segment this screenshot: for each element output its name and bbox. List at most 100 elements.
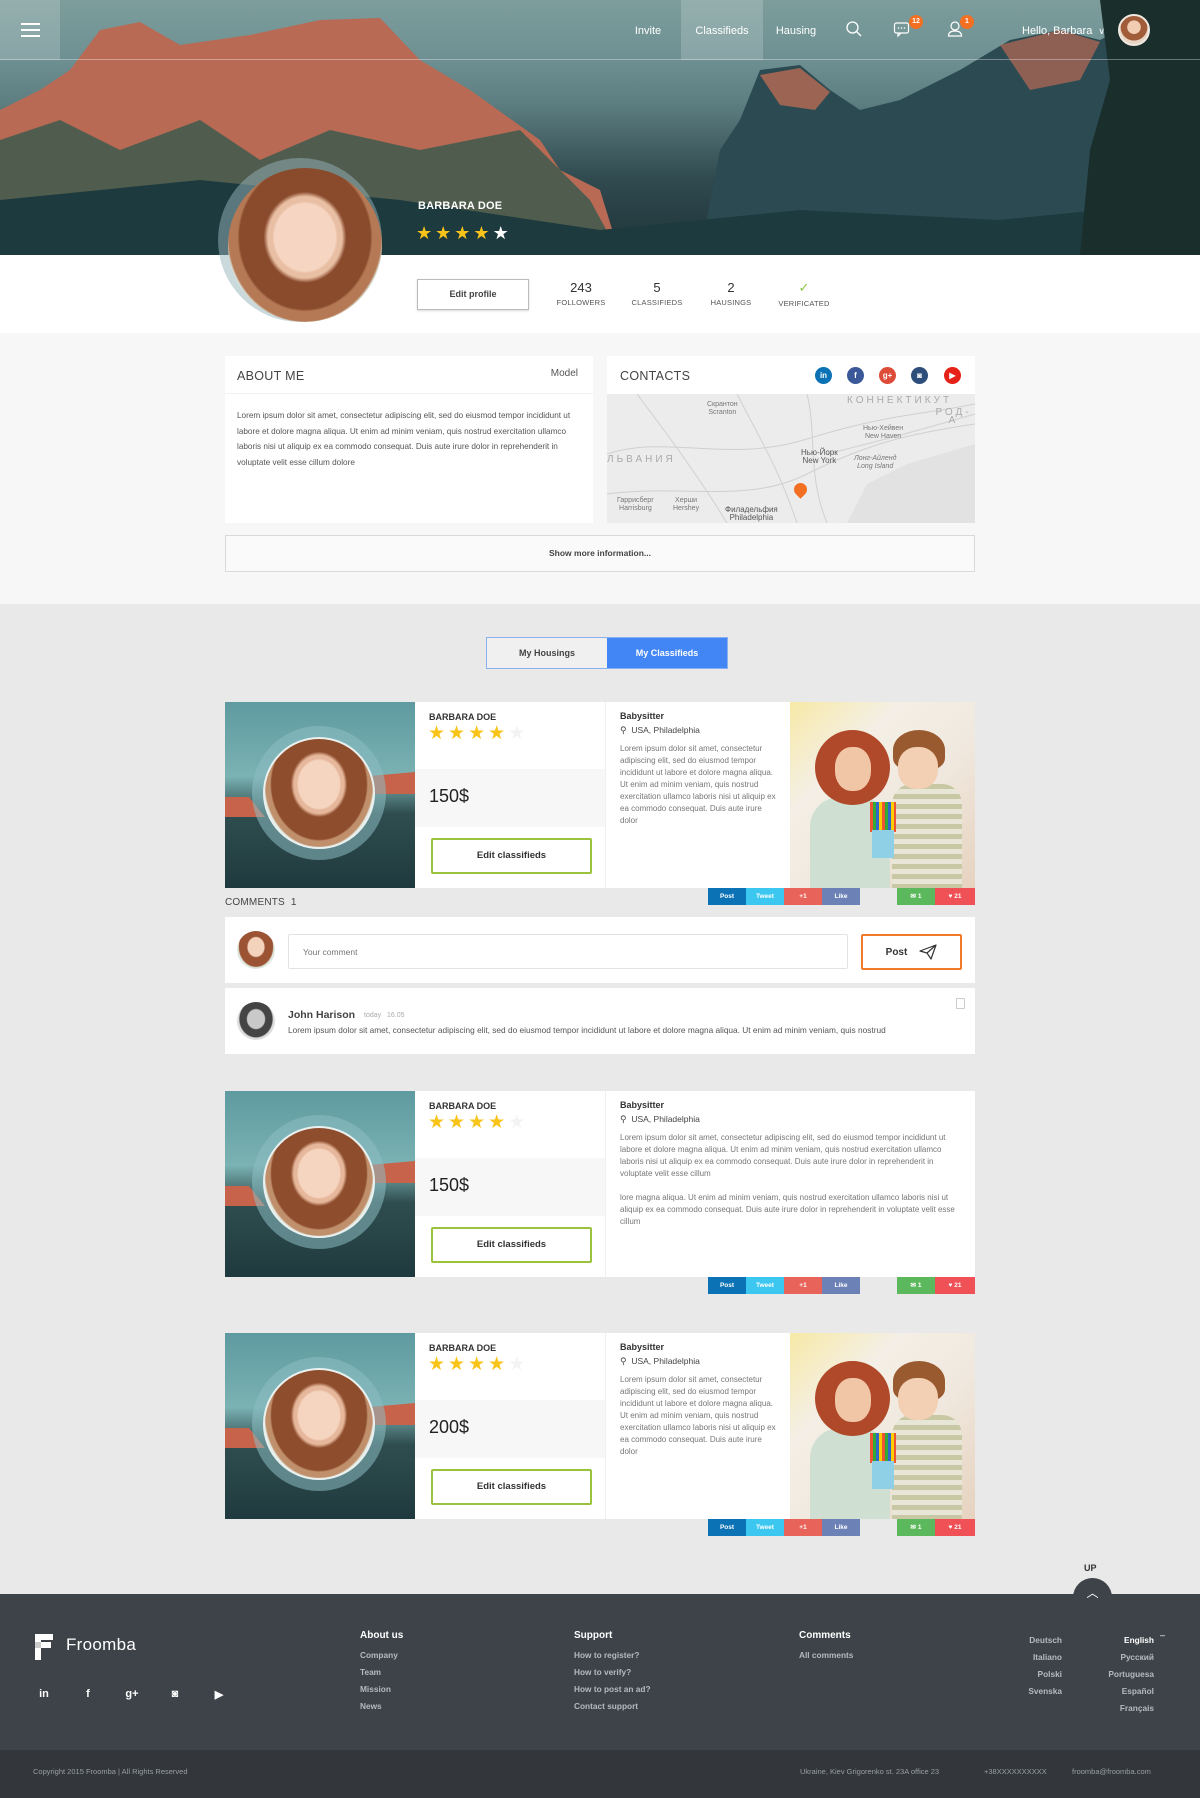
owner-photo[interactable] bbox=[225, 702, 415, 888]
likes-counter-button[interactable]: ♥ 21 bbox=[935, 1519, 975, 1536]
classified-image[interactable] bbox=[790, 1333, 975, 1519]
share-plus-one-button[interactable]: +1 bbox=[784, 888, 822, 905]
brand-name[interactable]: Froomba bbox=[66, 1635, 136, 1655]
share-like-button[interactable]: Like bbox=[822, 1277, 860, 1294]
linkedin-icon[interactable]: in bbox=[35, 1688, 53, 1700]
map-label: КОННЕКТИКУТ bbox=[847, 395, 953, 406]
comments-counter-button[interactable]: ✉ 1 bbox=[897, 1519, 935, 1536]
comment-icon: ✉ bbox=[910, 893, 916, 900]
owner-photo[interactable] bbox=[225, 1333, 415, 1519]
share-like-button[interactable]: Like bbox=[822, 1519, 860, 1536]
stat-hausings[interactable]: 2 HAUSINGS bbox=[696, 280, 766, 307]
share-post-button[interactable]: Post bbox=[708, 1519, 746, 1536]
footer-link-company[interactable]: Company bbox=[360, 1647, 403, 1664]
comments-header: COMMENTS 1 bbox=[225, 897, 297, 908]
stat-value: 243 bbox=[570, 280, 592, 295]
language-option[interactable]: Español bbox=[1070, 1683, 1154, 1700]
about-me-panel: ABOUT ME Model Lorem ipsum dolor sit ame… bbox=[225, 356, 593, 523]
tab-my-classifieds[interactable]: My Classifieds bbox=[607, 638, 727, 668]
star-empty-icon: ★ bbox=[508, 723, 526, 744]
location-map[interactable]: Скрантон Scranton КОННЕКТИКУТ РОД-А Нью-… bbox=[607, 394, 975, 523]
post-comment-button[interactable]: Post bbox=[861, 934, 962, 970]
language-option[interactable]: Svenska bbox=[980, 1683, 1062, 1700]
edit-classifieds-button[interactable]: Edit classifieds bbox=[431, 1227, 592, 1263]
footer-link-post-ad[interactable]: How to post an ad? bbox=[574, 1681, 651, 1698]
scroll-up-button[interactable]: ︿ bbox=[1073, 1578, 1112, 1610]
instagram-icon[interactable]: ◙ bbox=[911, 367, 928, 384]
share-plus-one-button[interactable]: +1 bbox=[784, 1519, 822, 1536]
comment-input[interactable] bbox=[288, 934, 848, 969]
edit-profile-button[interactable]: Edit profile bbox=[417, 279, 529, 310]
stat-classifieds[interactable]: 5 CLASSIFIEDS bbox=[622, 280, 692, 307]
share-post-button[interactable]: Post bbox=[708, 1277, 746, 1294]
tab-my-housings[interactable]: My Housings bbox=[487, 638, 607, 668]
hamburger-menu-button[interactable] bbox=[0, 0, 60, 60]
stat-label: HAUSINGS bbox=[710, 298, 752, 307]
classified-title[interactable]: Babysitter bbox=[620, 711, 664, 721]
language-option[interactable]: Deutsch bbox=[980, 1632, 1062, 1649]
language-option[interactable]: Italiano bbox=[980, 1649, 1062, 1666]
classified-title[interactable]: Babysitter bbox=[620, 1342, 664, 1352]
collapse-language-icon[interactable]: – bbox=[1160, 1630, 1165, 1640]
email-link[interactable]: froomba@froomba.com bbox=[1072, 1767, 1151, 1776]
instagram-icon[interactable]: ◙ bbox=[166, 1688, 184, 1700]
language-option[interactable]: Portuguesa bbox=[1070, 1666, 1154, 1683]
user-menu[interactable]: Hello, Barbara ∨ bbox=[1022, 0, 1105, 60]
owner-rating: ★ ★ ★ ★ ★ bbox=[428, 1355, 525, 1375]
facebook-icon[interactable]: f bbox=[847, 367, 864, 384]
footer-link-verify[interactable]: How to verify? bbox=[574, 1664, 651, 1681]
map-label: ЛЬВАНИЯ bbox=[607, 454, 676, 465]
share-plus-one-button[interactable]: +1 bbox=[784, 1277, 822, 1294]
classified-title[interactable]: Babysitter bbox=[620, 1100, 664, 1110]
commenter-avatar[interactable] bbox=[237, 1002, 275, 1040]
google-plus-icon[interactable]: g+ bbox=[123, 1688, 141, 1700]
edit-classifieds-button[interactable]: Edit classifieds bbox=[431, 838, 592, 874]
phone[interactable]: +38XXXXXXXXXX bbox=[984, 1767, 1047, 1776]
nav-invite[interactable]: Invite bbox=[620, 0, 676, 60]
footer-link-news[interactable]: News bbox=[360, 1698, 403, 1715]
search-icon[interactable] bbox=[845, 20, 865, 40]
owner-photo[interactable] bbox=[225, 1091, 415, 1277]
copyright: Copyright 2015 Froomba | All Rights Rese… bbox=[33, 1767, 188, 1776]
comments-counter-button[interactable]: ✉ 1 bbox=[897, 1277, 935, 1294]
user-avatar[interactable] bbox=[1118, 14, 1150, 46]
language-option[interactable]: Polski bbox=[980, 1666, 1062, 1683]
youtube-icon[interactable]: ▶ bbox=[944, 367, 961, 384]
footer-link-contact-support[interactable]: Contact support bbox=[574, 1698, 651, 1715]
footer-link-team[interactable]: Team bbox=[360, 1664, 403, 1681]
likes-counter-button[interactable]: ♥ 21 bbox=[935, 1277, 975, 1294]
language-option-active[interactable]: English bbox=[1070, 1632, 1154, 1649]
show-more-button[interactable]: Show more information... bbox=[225, 535, 975, 572]
nav-classifieds[interactable]: Classifieds bbox=[681, 0, 763, 60]
youtube-icon[interactable]: ▶ bbox=[210, 1688, 228, 1701]
footer-link-mission[interactable]: Mission bbox=[360, 1681, 403, 1698]
comment-timestamp: today 16.05 bbox=[364, 1012, 405, 1019]
froomba-logo-icon[interactable] bbox=[33, 1632, 55, 1662]
share-like-button[interactable]: Like bbox=[822, 888, 860, 905]
share-post-button[interactable]: Post bbox=[708, 888, 746, 905]
top-nav: Invite Classifieds Hausing 12 1 Hello, B… bbox=[0, 0, 1200, 60]
linkedin-icon[interactable]: in bbox=[815, 367, 832, 384]
user-notifications-icon[interactable]: 1 bbox=[946, 15, 974, 40]
classified-image[interactable] bbox=[790, 702, 975, 888]
commenter-name[interactable]: John Harison bbox=[288, 1009, 355, 1021]
language-option[interactable]: Français bbox=[1070, 1700, 1154, 1717]
footer-link-all-comments[interactable]: All comments bbox=[799, 1647, 853, 1664]
edit-classifieds-button[interactable]: Edit classifieds bbox=[431, 1469, 592, 1505]
star-filled-icon: ★ bbox=[473, 223, 490, 243]
likes-counter-button[interactable]: ♥ 21 bbox=[935, 888, 975, 905]
send-icon bbox=[919, 944, 937, 960]
nav-hausing[interactable]: Hausing bbox=[768, 0, 824, 60]
trash-icon[interactable] bbox=[956, 998, 965, 1009]
share-tweet-button[interactable]: Tweet bbox=[746, 1519, 784, 1536]
stat-followers[interactable]: 243 FOLLOWERS bbox=[546, 280, 616, 307]
comments-label: COMMENTS bbox=[225, 897, 285, 908]
language-option[interactable]: Русский bbox=[1070, 1649, 1154, 1666]
comments-counter-button[interactable]: ✉ 1 bbox=[897, 888, 935, 905]
messages-icon[interactable]: 12 bbox=[893, 15, 923, 40]
share-tweet-button[interactable]: Tweet bbox=[746, 888, 784, 905]
google-plus-icon[interactable]: g+ bbox=[879, 367, 896, 384]
facebook-icon[interactable]: f bbox=[79, 1688, 97, 1700]
share-tweet-button[interactable]: Tweet bbox=[746, 1277, 784, 1294]
footer-link-register[interactable]: How to register? bbox=[574, 1647, 651, 1664]
